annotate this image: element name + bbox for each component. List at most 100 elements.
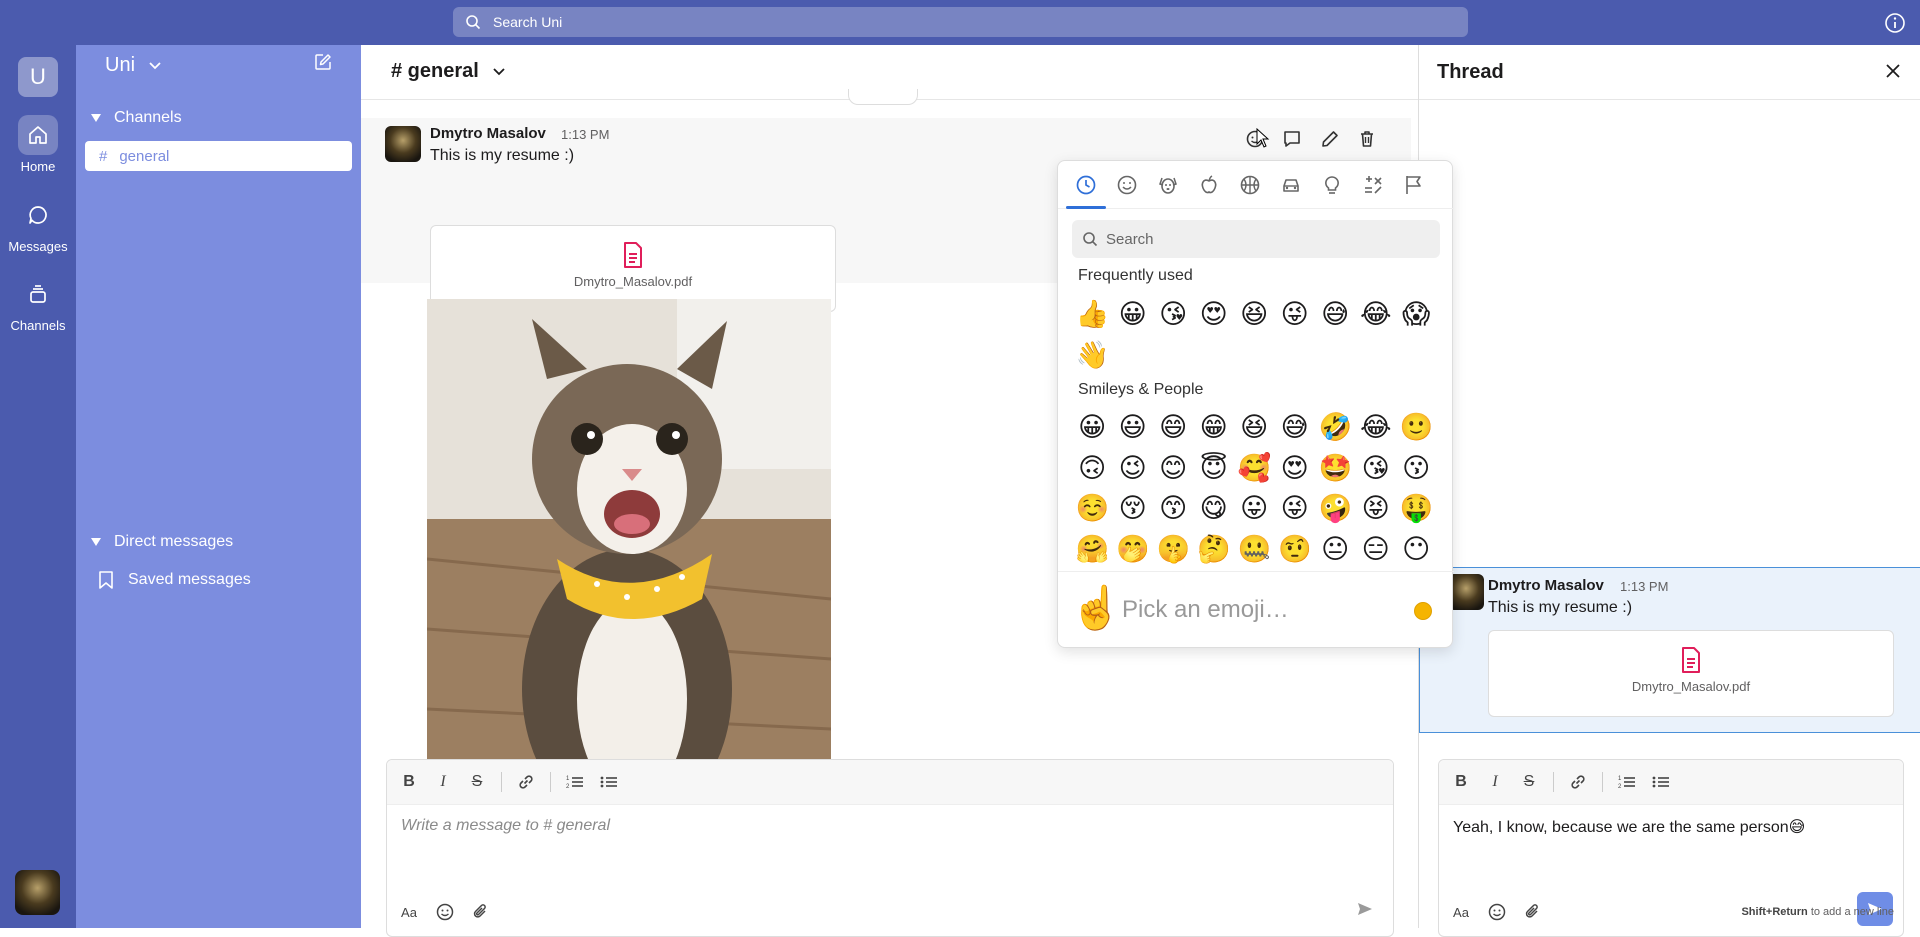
tab-objects[interactable] [1318, 171, 1346, 199]
emoji-option[interactable]: 😃 [1113, 407, 1154, 448]
emoji-option[interactable]: 😐 [1315, 529, 1356, 570]
info-button[interactable] [1884, 12, 1906, 34]
rail-item-home[interactable]: Home [0, 115, 76, 174]
emoji-option[interactable]: ☺️ [1072, 488, 1113, 529]
emoji-option[interactable]: 😜 [1275, 488, 1316, 529]
send-button[interactable] [1347, 892, 1383, 926]
avatar[interactable] [385, 126, 421, 162]
strikethrough-button[interactable]: S [1519, 772, 1539, 792]
emoji-option[interactable]: 😘 [1356, 448, 1397, 489]
strikethrough-button[interactable]: S [467, 772, 487, 792]
emoji-option[interactable]: 🤑 [1396, 488, 1437, 529]
dm-section-toggle[interactable]: Direct messages [90, 533, 233, 551]
ordered-list-button[interactable]: 12 [565, 772, 585, 792]
sidebar-item-saved[interactable]: Saved messages [98, 570, 251, 590]
italic-button[interactable]: I [1485, 772, 1505, 792]
emoji-option[interactable]: 😂 [1356, 407, 1397, 448]
skin-tone-button[interactable] [1414, 602, 1432, 620]
thread-message-author[interactable]: Dmytro Masalov [1488, 577, 1604, 594]
emoji-option[interactable]: 😜 [1275, 294, 1316, 335]
emoji-option[interactable]: 🤭 [1113, 529, 1154, 570]
text-format-button[interactable]: Aa [1451, 902, 1471, 922]
tab-food[interactable] [1195, 171, 1223, 199]
user-avatar[interactable] [15, 870, 60, 915]
emoji-option[interactable]: 😍 [1194, 294, 1235, 335]
tab-symbols[interactable] [1359, 171, 1387, 199]
emoji-option[interactable]: 😆 [1234, 407, 1275, 448]
emoji-option[interactable]: 😅 [1315, 294, 1356, 335]
emoji-option[interactable]: 😛 [1234, 488, 1275, 529]
workspace-switcher[interactable]: Uni [105, 54, 161, 77]
emoji-option[interactable]: 🤫 [1153, 529, 1194, 570]
emoji-option[interactable]: 😗 [1396, 448, 1437, 489]
compose-button[interactable] [314, 53, 334, 73]
emoji-option[interactable]: 😄 [1153, 407, 1194, 448]
link-button[interactable] [516, 772, 536, 792]
emoji-option[interactable]: 🤐 [1234, 529, 1275, 570]
italic-button[interactable]: I [433, 772, 453, 792]
message-author[interactable]: Dmytro Masalov [430, 125, 546, 142]
edit-message-button[interactable] [1316, 125, 1344, 153]
tab-smileys[interactable] [1113, 171, 1141, 199]
emoji-option[interactable]: 🤣 [1315, 407, 1356, 448]
close-thread-button[interactable] [1885, 63, 1903, 81]
emoji-button[interactable] [435, 902, 455, 922]
bold-button[interactable]: B [1451, 772, 1471, 792]
emoji-option[interactable]: 🤩 [1315, 448, 1356, 489]
text-format-button[interactable]: Aa [399, 902, 419, 922]
emoji-search-input[interactable]: Search [1072, 220, 1440, 258]
emoji-option[interactable]: 😑 [1356, 529, 1397, 570]
tab-nature[interactable] [1154, 171, 1182, 199]
ordered-list-button[interactable]: 12 [1617, 772, 1637, 792]
emoji-option[interactable]: 😙 [1153, 488, 1194, 529]
emoji-option[interactable]: 😊 [1153, 448, 1194, 489]
attach-button[interactable] [1523, 902, 1543, 922]
emoji-option[interactable]: 😋 [1194, 488, 1235, 529]
tab-flags[interactable] [1400, 171, 1428, 199]
channel-title-button[interactable]: # general [391, 60, 505, 83]
emoji-option[interactable]: 😝 [1356, 488, 1397, 529]
emoji-option[interactable]: 😘 [1153, 294, 1194, 335]
emoji-option[interactable]: 😂 [1356, 294, 1397, 335]
emoji-option[interactable]: 🤔 [1194, 529, 1235, 570]
emoji-option[interactable]: 😍 [1275, 448, 1316, 489]
emoji-option[interactable]: 😉 [1113, 448, 1154, 489]
emoji-option[interactable]: 😅 [1275, 407, 1316, 448]
tab-travel[interactable] [1277, 171, 1305, 199]
emoji-option[interactable]: 🙂 [1396, 407, 1437, 448]
attach-button[interactable] [471, 902, 491, 922]
sidebar-item-general[interactable]: # general [85, 141, 352, 171]
channels-section-toggle[interactable]: Channels [90, 109, 182, 127]
emoji-option[interactable]: 😆 [1234, 294, 1275, 335]
link-button[interactable] [1568, 772, 1588, 792]
emoji-option[interactable]: 😇 [1194, 448, 1235, 489]
emoji-option[interactable]: 🙃 [1072, 448, 1113, 489]
bold-button[interactable]: B [399, 772, 419, 792]
emoji-option[interactable]: 😁 [1194, 407, 1235, 448]
thread-reply-input[interactable]: Yeah, I know, because we are the same pe… [1439, 805, 1903, 849]
emoji-option[interactable]: 😱 [1396, 294, 1437, 335]
tab-activity[interactable] [1236, 171, 1264, 199]
emoji-option[interactable]: 😀 [1113, 294, 1154, 335]
tab-recent[interactable] [1066, 171, 1106, 209]
file-attachment[interactable]: Dmytro_Masalov.pdf [1488, 630, 1894, 717]
emoji-option[interactable]: 🤗 [1072, 529, 1113, 570]
emoji-option[interactable]: 😀 [1072, 407, 1113, 448]
message-input[interactable]: Write a message to # general [387, 805, 1393, 847]
emoji-option[interactable]: 🤪 [1315, 488, 1356, 529]
delete-message-button[interactable] [1353, 125, 1381, 153]
emoji-option[interactable]: 🤨 [1275, 529, 1316, 570]
rail-item-messages[interactable]: Messages [0, 195, 76, 254]
emoji-option[interactable]: 👋 [1072, 335, 1113, 376]
rail-item-channels[interactable]: Channels [0, 274, 76, 333]
emoji-button[interactable] [1487, 902, 1507, 922]
bullet-list-button[interactable] [599, 772, 619, 792]
image-attachment[interactable] [427, 299, 831, 804]
reply-in-thread-button[interactable] [1278, 125, 1306, 153]
global-search-input[interactable]: Search Uni [453, 7, 1468, 37]
thread-parent-message[interactable]: Dmytro Masalov 1:13 PM This is my resume… [1419, 567, 1920, 733]
emoji-option[interactable]: 👍 [1072, 294, 1113, 335]
workspace-avatar[interactable]: U [18, 57, 58, 97]
emoji-option[interactable]: 😶 [1396, 529, 1437, 570]
emoji-option[interactable]: 🥰 [1234, 448, 1275, 489]
